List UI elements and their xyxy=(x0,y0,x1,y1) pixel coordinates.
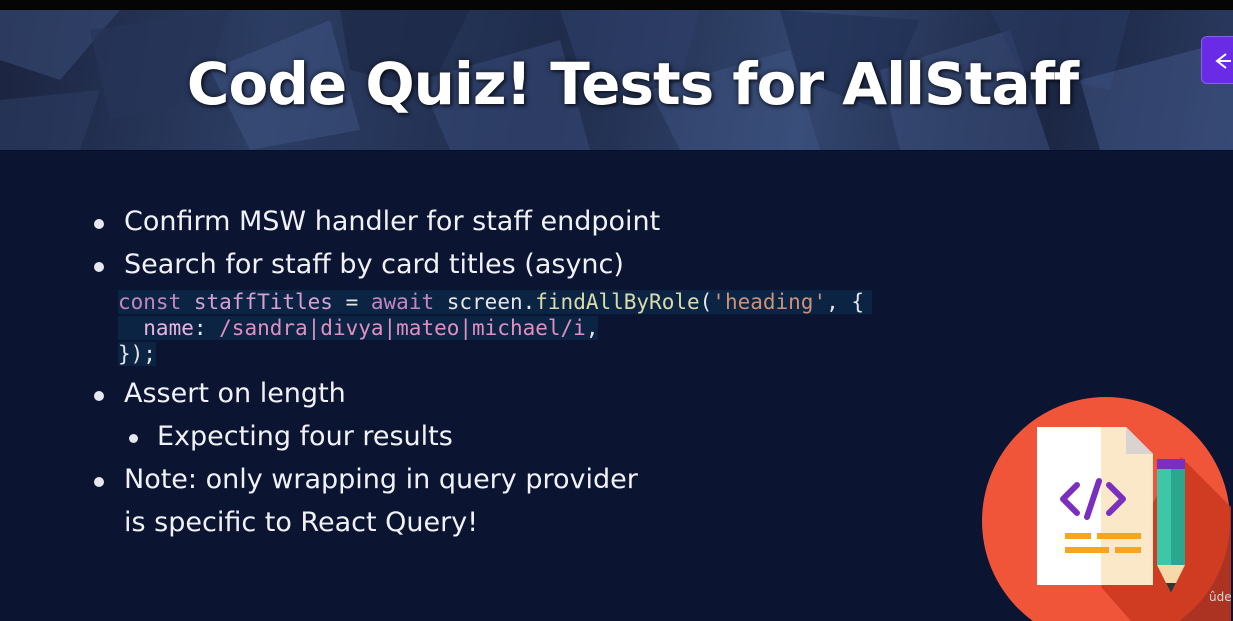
bullet-text: is specific to React Query! xyxy=(124,507,479,538)
code-paren: ( xyxy=(699,290,713,314)
bullet-text: Search for staff by card titles (async) xyxy=(124,249,624,280)
code-keyword: await xyxy=(370,290,435,314)
code-punct: , { xyxy=(826,290,865,314)
bullet-text: Confirm MSW handler for staff endpoint xyxy=(124,206,661,237)
sub-bullet-item: Expecting four results xyxy=(129,421,453,452)
code-operator: = xyxy=(332,290,371,314)
top-bar xyxy=(0,0,1233,10)
bullet-text: Expecting four results xyxy=(157,421,453,452)
code-file-pencil-icon xyxy=(982,397,1231,621)
bullet-continuation: is specific to React Query! xyxy=(124,507,478,538)
bullet-dot xyxy=(94,262,104,272)
code-punct: , xyxy=(585,316,599,340)
slide: Code Quiz! Tests for AllStaff Confirm MS… xyxy=(0,0,1233,621)
code-punct: : xyxy=(193,316,220,340)
code-regex: /sandra|divya|mateo|michael/i xyxy=(219,316,586,340)
code-variable: staffTitles xyxy=(193,290,333,314)
watermark-logo: ûde xyxy=(1209,590,1232,604)
bullet-dot xyxy=(94,391,104,401)
code-string: 'heading' xyxy=(712,290,827,314)
previous-slide-button[interactable] xyxy=(1201,36,1233,84)
bullet-item: Search for staff by card titles (async) xyxy=(94,249,624,280)
slide-title: Code Quiz! Tests for AllStaff xyxy=(186,50,1079,118)
code-keyword: const xyxy=(118,290,182,314)
bullet-item: Confirm MSW handler for staff endpoint xyxy=(94,206,661,237)
code-object: screen. xyxy=(434,290,536,314)
code-function: findAllByRole xyxy=(535,290,700,314)
header-banner: Code Quiz! Tests for AllStaff xyxy=(0,10,1233,151)
bullet-dot xyxy=(94,219,104,229)
bullet-dot xyxy=(129,434,138,443)
bullet-text: Note: only wrapping in query provider xyxy=(124,464,638,495)
bullet-item: Note: only wrapping in query provider xyxy=(94,464,638,495)
bullet-text: Assert on length xyxy=(124,378,346,409)
bullet-item: Assert on length xyxy=(94,378,346,409)
code-line: const staffTitles = await screen.findAll… xyxy=(118,290,873,314)
bullet-dot xyxy=(94,477,104,487)
code-punct: }); xyxy=(118,342,156,366)
arrow-left-icon xyxy=(1215,53,1231,69)
code-property: name xyxy=(118,316,194,340)
code-line: }); xyxy=(118,342,156,366)
code-line: name: /sandra|divya|mateo|michael/i, xyxy=(118,316,599,340)
